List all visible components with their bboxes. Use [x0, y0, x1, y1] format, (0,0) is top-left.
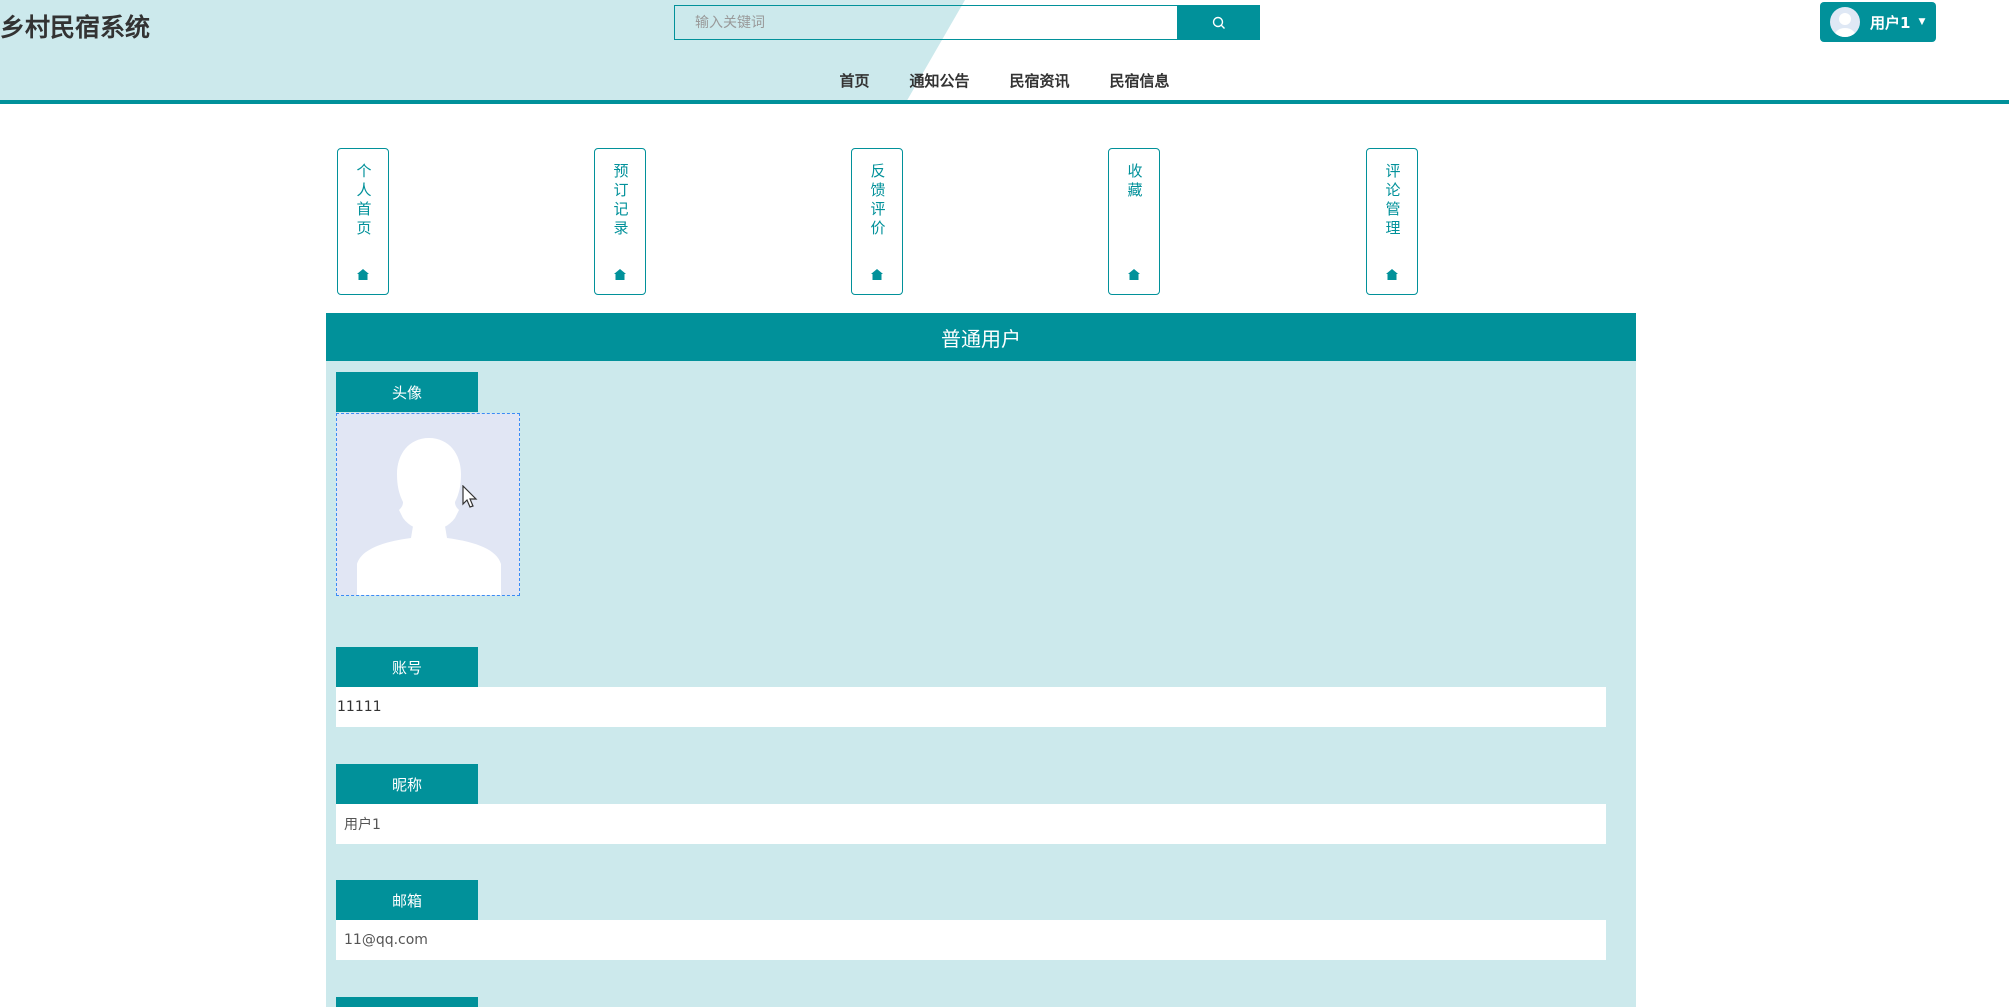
- tile-personal-home[interactable]: 个人首页: [337, 148, 389, 295]
- nav-item-notices[interactable]: 通知公告: [909, 70, 969, 96]
- avatar-label: 头像: [336, 372, 478, 412]
- search-icon: [1212, 16, 1225, 29]
- avatar-placeholder-icon: [357, 438, 501, 595]
- tile-label: 个人首页: [354, 163, 373, 239]
- tile-label: 收藏: [1125, 163, 1144, 201]
- home-icon: [1386, 269, 1398, 280]
- tile-feedback[interactable]: 反馈评价: [851, 148, 903, 295]
- home-icon: [1128, 269, 1140, 280]
- nickname-field[interactable]: 用户1: [336, 804, 1606, 844]
- tile-booking-records[interactable]: 预订记录: [594, 148, 646, 295]
- tile-comment-management[interactable]: 评论管理: [1366, 148, 1418, 295]
- nav-item-news[interactable]: 民宿资讯: [1010, 70, 1070, 96]
- home-icon: [614, 269, 626, 280]
- home-icon: [357, 269, 369, 280]
- nav-item-home[interactable]: 首页: [839, 70, 869, 96]
- site-title: 乡村民宿系统: [0, 13, 151, 42]
- search-input[interactable]: [674, 5, 1178, 40]
- user-avatar: [1830, 7, 1860, 37]
- profile-panel: 普通用户 头像 账号 11111 昵称 用户1 邮箱 11@qq.com: [326, 313, 1636, 1007]
- search-button[interactable]: [1178, 5, 1260, 40]
- account-label: 账号: [336, 647, 478, 687]
- tile-label: 评论管理: [1383, 163, 1402, 239]
- user-menu-button[interactable]: 用户1 ▼: [1820, 2, 1936, 42]
- window-edge: [2005, 0, 2009, 100]
- header: 乡村民宿系统 用户1 ▼ 首页 通知公告 民宿资讯 民宿信息: [0, 0, 2009, 104]
- next-field-label: [336, 997, 478, 1007]
- nav-item-homestays[interactable]: 民宿信息: [1110, 70, 1170, 96]
- account-field[interactable]: 11111: [336, 687, 1606, 727]
- tile-label: 反馈评价: [868, 163, 887, 239]
- nickname-label: 昵称: [336, 764, 478, 804]
- main-nav: 首页 通知公告 民宿资讯 民宿信息: [0, 70, 2009, 96]
- chevron-down-icon: ▼: [1918, 17, 1926, 27]
- panel-title: 普通用户: [326, 313, 1636, 361]
- email-field[interactable]: 11@qq.com: [336, 920, 1606, 960]
- tile-favorites[interactable]: 收藏: [1108, 148, 1160, 295]
- tile-label: 预订记录: [611, 163, 630, 239]
- user-name: 用户1: [1870, 13, 1911, 32]
- home-icon: [871, 269, 883, 280]
- avatar-upload[interactable]: [336, 413, 520, 596]
- cursor-icon: [462, 485, 478, 508]
- email-label: 邮箱: [336, 880, 478, 920]
